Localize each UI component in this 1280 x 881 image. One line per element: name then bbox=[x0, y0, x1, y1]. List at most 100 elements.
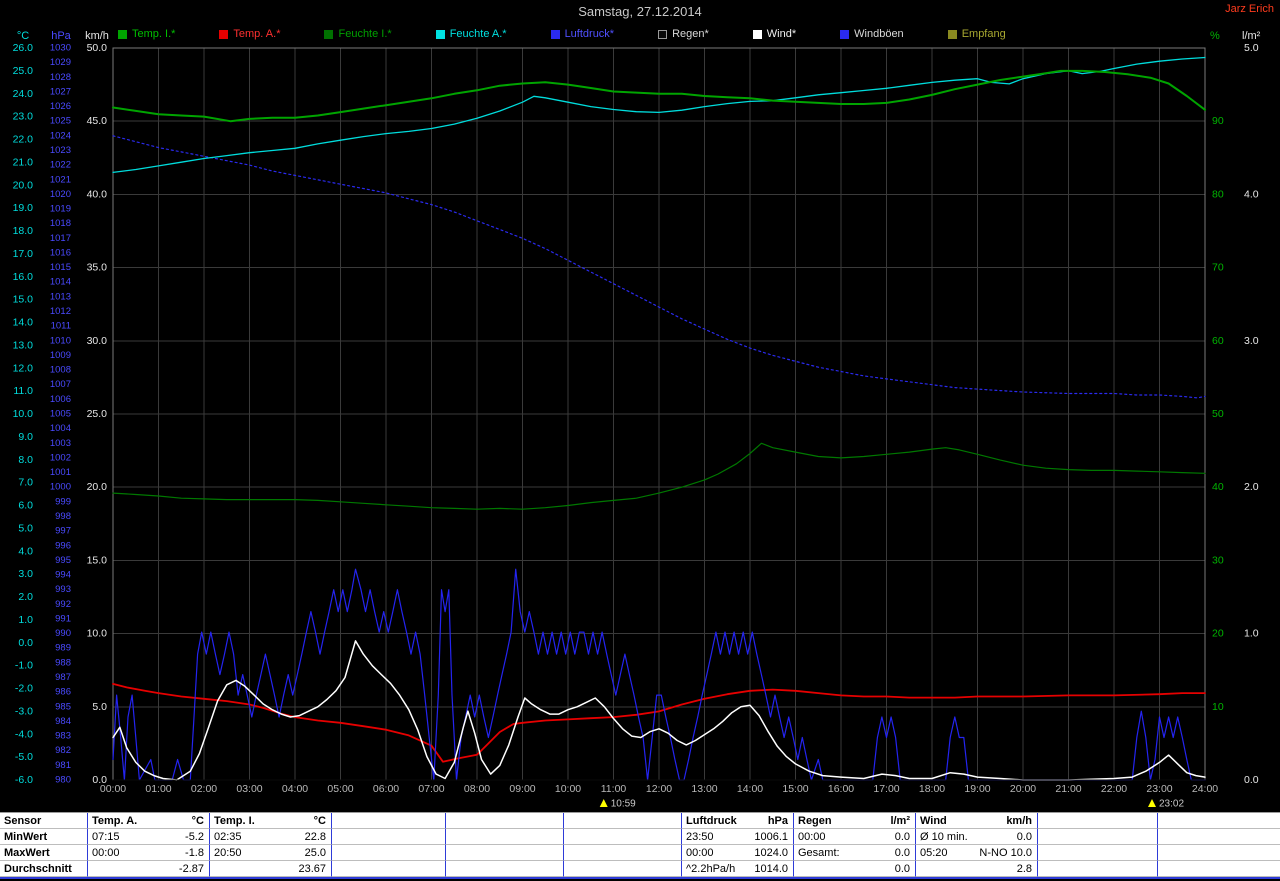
svg-text:1027: 1027 bbox=[50, 86, 71, 97]
svg-text:0.0: 0.0 bbox=[1244, 774, 1259, 786]
marker-triangle-icon bbox=[1148, 799, 1156, 807]
table-cell bbox=[1158, 813, 1280, 829]
table-cell bbox=[564, 813, 682, 829]
svg-text:995: 995 bbox=[55, 555, 71, 566]
svg-text:1018: 1018 bbox=[50, 218, 71, 229]
table-cell bbox=[1158, 829, 1280, 845]
svg-text:35.0: 35.0 bbox=[87, 262, 108, 274]
svg-text:30.0: 30.0 bbox=[87, 335, 108, 347]
table-cell bbox=[564, 861, 682, 877]
table-cell bbox=[446, 829, 564, 845]
svg-text:50.0: 50.0 bbox=[87, 42, 108, 54]
svg-text:90: 90 bbox=[1212, 115, 1224, 127]
svg-text:22.0: 22.0 bbox=[13, 134, 34, 146]
table-cell: 05:20N-NO 10.0 bbox=[916, 845, 1038, 861]
svg-text:02:00: 02:00 bbox=[191, 783, 217, 795]
svg-text:988: 988 bbox=[55, 657, 71, 668]
svg-text:04:00: 04:00 bbox=[282, 783, 308, 795]
svg-text:50: 50 bbox=[1212, 408, 1224, 420]
weather-app-window: { "window": { "title": "Samstag, 27.12.2… bbox=[0, 0, 1280, 881]
svg-text:994: 994 bbox=[55, 570, 71, 581]
svg-text:989: 989 bbox=[55, 643, 71, 654]
svg-text:1030: 1030 bbox=[50, 43, 71, 54]
table-cell: 07:15-5.2 bbox=[88, 829, 210, 845]
table-cell bbox=[332, 813, 446, 829]
svg-text:1028: 1028 bbox=[50, 72, 71, 83]
table-cell bbox=[446, 861, 564, 877]
svg-text:1003: 1003 bbox=[50, 438, 71, 449]
svg-text:19.0: 19.0 bbox=[13, 202, 34, 214]
svg-text:1013: 1013 bbox=[50, 291, 71, 302]
svg-text:60: 60 bbox=[1212, 335, 1224, 347]
svg-text:45.0: 45.0 bbox=[87, 115, 108, 127]
svg-text:980: 980 bbox=[55, 775, 71, 786]
svg-text:1006: 1006 bbox=[50, 394, 71, 405]
svg-text:1007: 1007 bbox=[50, 379, 71, 390]
marker-triangle-icon bbox=[600, 799, 608, 807]
svg-text:17:00: 17:00 bbox=[873, 783, 899, 795]
table-cell: 2.8 bbox=[916, 861, 1038, 877]
table-cell: LuftdruckhPa bbox=[682, 813, 794, 829]
svg-text:10:00: 10:00 bbox=[555, 783, 581, 795]
table-cell bbox=[1158, 845, 1280, 861]
svg-text:992: 992 bbox=[55, 599, 71, 610]
axis-ticks-hpa: 1030102910281027102610251024102310221021… bbox=[50, 43, 71, 786]
svg-text:12.0: 12.0 bbox=[13, 362, 34, 374]
table-row-label-durchschnitt: Durchschnitt bbox=[0, 861, 88, 877]
svg-text:20: 20 bbox=[1212, 628, 1224, 640]
svg-text:09:00: 09:00 bbox=[509, 783, 535, 795]
svg-text:7.0: 7.0 bbox=[18, 477, 33, 489]
svg-text:1001: 1001 bbox=[50, 467, 71, 478]
svg-text:987: 987 bbox=[55, 672, 71, 683]
svg-text:11.0: 11.0 bbox=[13, 385, 33, 397]
svg-text:30: 30 bbox=[1212, 554, 1224, 566]
svg-text:08:00: 08:00 bbox=[464, 783, 490, 795]
svg-text:996: 996 bbox=[55, 540, 71, 551]
table-cell bbox=[446, 845, 564, 861]
svg-text:80: 80 bbox=[1212, 188, 1224, 200]
svg-text:-6.0: -6.0 bbox=[15, 774, 33, 786]
svg-text:1026: 1026 bbox=[50, 101, 71, 112]
svg-text:1008: 1008 bbox=[50, 365, 71, 376]
axis-unit-kmh: km/h bbox=[85, 30, 109, 42]
svg-text:1004: 1004 bbox=[50, 423, 71, 434]
svg-text:1020: 1020 bbox=[50, 189, 71, 200]
table-cell: 0.0 bbox=[794, 861, 916, 877]
svg-text:21.0: 21.0 bbox=[13, 156, 34, 168]
svg-text:20.0: 20.0 bbox=[13, 179, 34, 191]
svg-text:5.0: 5.0 bbox=[1244, 42, 1259, 54]
svg-text:22:00: 22:00 bbox=[1101, 783, 1127, 795]
svg-text:25.0: 25.0 bbox=[13, 65, 34, 77]
table-cell: Ø 10 min.0.0 bbox=[916, 829, 1038, 845]
table-cell bbox=[1038, 829, 1158, 845]
marker-time-label: 10:59 bbox=[611, 799, 636, 810]
svg-text:3.0: 3.0 bbox=[1244, 335, 1259, 347]
svg-text:1.0: 1.0 bbox=[1244, 628, 1259, 640]
svg-text:10.0: 10.0 bbox=[13, 408, 34, 420]
stats-table: SensorTemp. A.°CTemp. I.°CLuftdruckhPaRe… bbox=[0, 812, 1280, 879]
table-cell: Regenl/m² bbox=[794, 813, 916, 829]
svg-text:1014: 1014 bbox=[50, 277, 71, 288]
table-cell: 00:00-1.8 bbox=[88, 845, 210, 861]
svg-text:-3.0: -3.0 bbox=[15, 705, 33, 717]
svg-text:1010: 1010 bbox=[50, 335, 71, 346]
svg-text:993: 993 bbox=[55, 584, 71, 595]
svg-text:40: 40 bbox=[1212, 481, 1224, 493]
svg-text:-1.0: -1.0 bbox=[15, 660, 33, 672]
svg-text:3.0: 3.0 bbox=[18, 568, 33, 580]
svg-text:23:00: 23:00 bbox=[1146, 783, 1172, 795]
table-cell: 23:501006.1 bbox=[682, 829, 794, 845]
svg-text:1019: 1019 bbox=[50, 204, 71, 215]
axis-ticks-lm2: 5.04.03.02.01.00.0 bbox=[1244, 42, 1259, 786]
svg-text:16:00: 16:00 bbox=[828, 783, 854, 795]
svg-text:13.0: 13.0 bbox=[13, 339, 34, 351]
table-cell bbox=[332, 861, 446, 877]
svg-text:1011: 1011 bbox=[51, 321, 71, 332]
svg-text:1021: 1021 bbox=[50, 174, 71, 185]
svg-text:20:00: 20:00 bbox=[1010, 783, 1036, 795]
svg-text:13:00: 13:00 bbox=[691, 783, 717, 795]
table-row-label-sensor: Sensor bbox=[0, 813, 88, 829]
table-cell: 00:001024.0 bbox=[682, 845, 794, 861]
table-cell bbox=[446, 813, 564, 829]
svg-text:986: 986 bbox=[55, 687, 71, 698]
